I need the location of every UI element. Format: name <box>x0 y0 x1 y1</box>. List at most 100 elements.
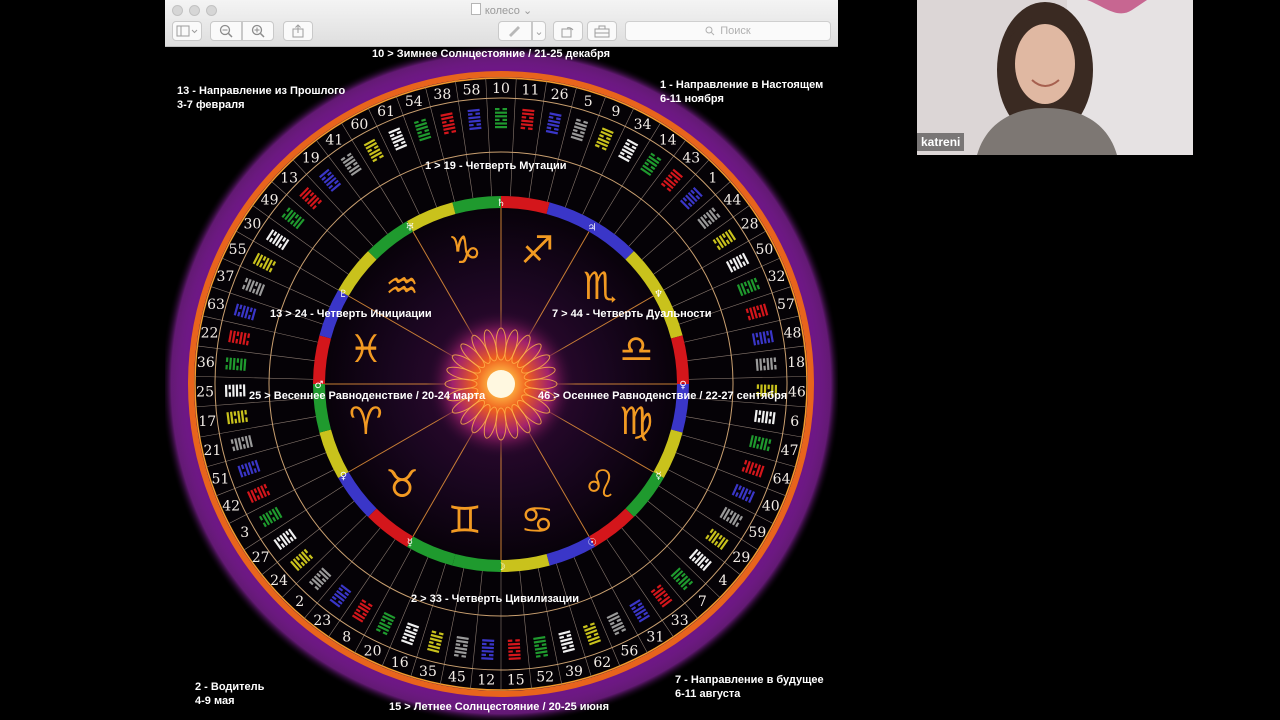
gate-number: 52 <box>536 670 554 686</box>
gate-number: 41 <box>325 132 343 148</box>
gate-number: 26 <box>551 87 569 103</box>
gate-number: 20 <box>364 644 382 660</box>
share-button[interactable] <box>283 21 313 41</box>
window-title-text: колесо <box>484 5 520 17</box>
hexagram-line <box>224 384 228 397</box>
mandala-wheel: 10 11 26 5934144314428503257481846647644059… <box>165 44 838 720</box>
label-spring-equinox: 25 > Весеннее Равноденствие / 20-24 март… <box>249 390 486 402</box>
label-autumn-equinox: 46 > Осеннее Равноденствие / 22-27 сентя… <box>538 390 788 402</box>
gate-number: 42 <box>222 499 240 515</box>
hexagram-line <box>488 653 494 657</box>
label-summer-solstice: 15 > Летнее Солнцестояние / 20-25 июня <box>389 701 609 713</box>
planet-glyph: ♃ <box>588 222 597 233</box>
gate-number: 63 <box>207 297 225 313</box>
gate-number: 36 <box>197 355 215 371</box>
gate-number: 58 <box>463 82 481 98</box>
gate-number: 50 <box>755 242 773 258</box>
hexagram-line <box>502 118 507 121</box>
gate-number: 30 <box>243 216 261 232</box>
gate-number: 55 <box>229 242 247 258</box>
gate-number: 64 <box>773 471 791 487</box>
gate-number: 11 <box>522 82 540 98</box>
gate-number: 51 <box>211 471 229 487</box>
gate-number: 5 <box>584 94 593 110</box>
gate-number: 43 <box>682 150 700 166</box>
zodiac-sign: ♑ <box>448 228 482 272</box>
gate-number: 28 <box>741 216 759 232</box>
hexagram-line <box>475 112 481 115</box>
markup-menu-button[interactable]: ⌄ <box>532 21 546 41</box>
gate-number: 40 <box>762 499 780 515</box>
document-icon <box>470 3 481 15</box>
hexagram-line <box>476 123 482 126</box>
wheel-image: 10 11 26 5 9 34 14 43 1 44 28 50 32 57 48 18 46 6 47 64 40 59… <box>165 44 838 720</box>
label-driver-dates: 4-9 мая <box>195 695 235 707</box>
zodiac-sign: ♐ <box>520 228 554 272</box>
zodiac-sign: ♊ <box>448 498 482 542</box>
label-direction-past-title: 13 - Направление из Прошлого <box>177 85 346 97</box>
gate-number: 45 <box>448 670 466 686</box>
label-direction-present-dates: 6-11 ноября <box>660 93 724 105</box>
hexagram-line <box>762 358 766 363</box>
share-icon <box>292 24 304 38</box>
zodiac-sign: ♋ <box>520 498 554 542</box>
hexagram-line <box>232 384 235 397</box>
gate-number: 22 <box>201 326 219 342</box>
hexagram-line <box>228 384 231 390</box>
zodiac-sign: ♈ <box>349 399 383 443</box>
label-quarter-civilization: 2 > 33 - Четверть Цивилизации <box>411 593 580 605</box>
chevron-down-icon: ⌄ <box>534 25 544 38</box>
label-quarter-initiation: 13 > 24 - Четверть Инициации <box>270 308 432 320</box>
hexagram-line <box>481 653 487 656</box>
sidebar-toggle-button[interactable] <box>172 21 202 41</box>
planet-glyph: ♆ <box>654 289 663 300</box>
gate-number: 49 <box>261 192 279 208</box>
chevron-down-icon[interactable]: ⌄ <box>523 5 532 17</box>
gate-number: 10 <box>492 81 510 97</box>
gate-number: 62 <box>593 655 611 671</box>
zoom-out-button[interactable] <box>210 21 242 41</box>
gate-number: 9 <box>612 104 621 120</box>
gate-number: 61 <box>377 104 395 120</box>
gate-number: 4 <box>718 573 727 589</box>
gate-number: 56 <box>621 644 639 660</box>
window-titlebar: колесо ⌄ ⌄ Поиск <box>165 0 838 47</box>
gate-number: 24 <box>270 573 288 589</box>
label-quarter-mutation: 1 > 19 - Четверть Мутации <box>425 160 567 172</box>
planet-glyph: ♄ <box>497 198 506 209</box>
gate-number: 6 <box>790 414 799 430</box>
zodiac-sign: ♒ <box>385 264 419 308</box>
markup-button[interactable] <box>498 21 532 41</box>
search-placeholder: Поиск <box>720 25 751 37</box>
hexagram-line <box>495 115 507 118</box>
zodiac-sign: ♏ <box>583 264 617 308</box>
label-driver-title: 2 - Водитель <box>195 681 265 693</box>
gate-number: 60 <box>351 117 369 133</box>
hexagram-line <box>236 358 240 363</box>
toolbox-icon <box>594 25 610 37</box>
label-direction-future-dates: 6-11 августа <box>675 688 741 700</box>
toolbox-button[interactable] <box>587 21 617 41</box>
gate-number: 54 <box>405 94 423 110</box>
hexagram-line <box>467 113 473 116</box>
gate-number: 47 <box>781 443 799 459</box>
label-quarter-duality: 7 > 44 - Четверть Дуальности <box>552 308 712 320</box>
label-direction-future: 7 - Направление в будущее 6-11 августа <box>675 673 824 701</box>
hexagram-line <box>468 123 474 127</box>
zoom-in-icon <box>251 24 265 38</box>
gate-number: 15 <box>507 673 525 689</box>
label-direction-past-dates: 3-7 февраля <box>177 99 245 111</box>
zoom-in-button[interactable] <box>242 21 274 41</box>
hexagram-line <box>225 357 229 363</box>
gate-number: 13 <box>280 170 298 186</box>
zodiac-sign: ♍ <box>619 399 653 443</box>
gate-number: 21 <box>204 443 222 459</box>
pen-icon <box>509 26 520 37</box>
rotate-button[interactable] <box>553 21 583 41</box>
planet-glyph: ♅ <box>406 222 415 233</box>
hexagram-line <box>529 116 534 120</box>
search-input[interactable]: Поиск <box>625 21 831 41</box>
zodiac-sign: ♎ <box>619 327 653 371</box>
hexagram-line <box>495 111 507 114</box>
participant-video[interactable]: katreni <box>917 0 1193 155</box>
